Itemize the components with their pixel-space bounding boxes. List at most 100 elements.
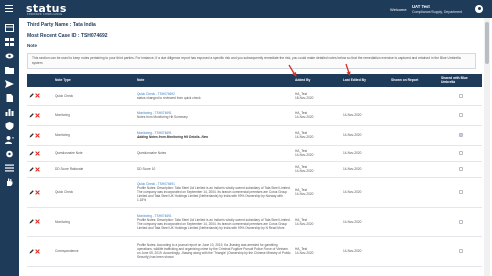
edit-pencil-icon[interactable] [29, 132, 34, 138]
column-header-shared-with-blue-umbrella[interactable]: Shared with Blue Umbrella [439, 74, 482, 87]
shared-checkbox[interactable] [458, 167, 463, 171]
settings-icon[interactable] [5, 150, 14, 158]
row-actions [27, 105, 53, 126]
folder-icon[interactable] [5, 66, 14, 74]
edit-pencil-icon[interactable] [29, 189, 34, 195]
table-row: Correspondence Profile Notes: According t… [27, 236, 482, 267]
column-header-added-by[interactable]: Added By [293, 74, 341, 87]
delete-x-icon[interactable] [35, 112, 40, 118]
edited-on-date: 14-Nov-2020 [343, 113, 362, 117]
column-header-actions [27, 74, 53, 87]
added-by-cell: HA_Test 14-Nov-2020 [293, 207, 341, 237]
added-on-date: 14-Nov-2020 [295, 251, 314, 255]
edited-on-date: 14-Nov-2020 [343, 133, 362, 137]
edit-pencil-icon[interactable] [29, 248, 34, 254]
shared-checkbox[interactable] [458, 219, 463, 224]
shared-cell [439, 177, 482, 208]
delete-x-icon[interactable] [35, 166, 40, 172]
shown-on-report-cell [389, 236, 439, 267]
notes-table: Note Type Note Added By Last Edited By S… [27, 74, 482, 267]
added-on-date: 14-Nov-2020 [295, 221, 314, 226]
table-row: Questionnaire Note Questionnaire Notes HA_… [27, 145, 482, 162]
delete-x-icon[interactable] [35, 93, 40, 99]
last-edited-cell: 14-Nov-2020 [341, 236, 389, 267]
user-avatar-icon[interactable] [475, 5, 483, 13]
note-type-cell: Monitoring [53, 207, 135, 237]
shared-checkbox[interactable] [458, 249, 463, 253]
shown-on-report-cell [389, 177, 439, 208]
shared-checkbox[interactable] [458, 113, 463, 117]
delete-x-icon[interactable] [35, 189, 40, 195]
main-content: Third Party Name : Tata India Most Recen… [19, 18, 482, 276]
note-type-cell: Quick Check [53, 87, 135, 106]
shown-on-report-cell [389, 105, 439, 126]
hand-icon[interactable] [5, 178, 14, 186]
shown-on-report-cell [389, 207, 439, 237]
column-header-note-type[interactable]: Note Type [53, 74, 135, 87]
added-by-cell: HA_Test 14-Nov-2020 [293, 177, 341, 208]
note-text: Profile Notes: Description: Tata Steel L… [137, 217, 291, 230]
last-edited-cell: 14-Nov-2020 [341, 105, 389, 126]
note-cell: Monitoring - TSH074691 Profile Notes: Des… [135, 207, 293, 237]
note-type-cell: Monitoring [53, 125, 135, 146]
bar-chart-icon[interactable] [5, 108, 14, 116]
welcome-label: Welcome [390, 7, 407, 12]
delete-x-icon[interactable] [35, 248, 40, 254]
edit-pencil-icon[interactable] [29, 166, 34, 172]
note-text: DD Score 10 [137, 167, 156, 171]
shared-cell [439, 105, 482, 126]
grid-icon[interactable] [5, 38, 14, 46]
shield-icon[interactable] [5, 122, 14, 130]
shown-on-report-cell [389, 87, 439, 106]
note-text: Profile Notes: Description: Tata Steel L… [137, 186, 291, 202]
note-cell: Questionnaire Notes [135, 145, 293, 162]
added-on-date: 14-Nov-2020 [295, 115, 314, 119]
edit-pencil-icon[interactable] [29, 112, 34, 118]
sidebar [0, 18, 19, 276]
shared-checkbox[interactable] [458, 151, 463, 155]
row-actions [27, 125, 53, 146]
row-actions [27, 161, 53, 178]
edit-pencil-icon[interactable] [29, 93, 34, 98]
added-on-date: 14-Nov-2020 [295, 169, 314, 173]
document-icon[interactable] [5, 94, 14, 102]
note-cell: DD Score 10 [135, 161, 293, 178]
edit-pencil-icon[interactable] [29, 219, 34, 224]
delete-x-icon[interactable] [35, 219, 40, 224]
column-header-note[interactable]: Note [135, 74, 293, 87]
shared-cell [439, 207, 482, 237]
table-row: Monitoring Monitoring - TSH074691 Profile … [27, 207, 482, 237]
send-icon[interactable] [5, 80, 14, 88]
added-by-cell: HA_Test 18-Nov-2020 [293, 87, 341, 106]
shared-cell [439, 145, 482, 162]
shared-cell [439, 161, 482, 178]
eye-icon[interactable] [5, 52, 14, 60]
last-edited-cell: 14-Nov-2020 [341, 125, 389, 146]
case-id-heading: Most Recent Case ID : TSH074692 [27, 33, 108, 39]
user-add-icon[interactable] [5, 136, 14, 144]
shared-cell [439, 236, 482, 267]
column-header-shown-on-report[interactable]: Shown on Report [389, 74, 439, 87]
user-role: Compliance/Supply, Department [412, 10, 463, 14]
last-edited-cell: 14-Nov-2020 [341, 161, 389, 178]
dashboard-icon[interactable] [5, 24, 14, 32]
shared-checkbox[interactable] [458, 190, 463, 194]
row-actions [27, 145, 53, 162]
note-cell: Monitoring - TSH074691 Notes from Monitor… [135, 105, 293, 126]
list-icon[interactable] [5, 164, 14, 172]
shared-cell [439, 125, 482, 146]
delete-x-icon[interactable] [35, 150, 40, 156]
edited-on-date: 14-Nov-2020 [343, 190, 362, 194]
added-by-cell: HA_Test 14-Nov-2020 [293, 105, 341, 126]
note-cell: Quick Check - TSH074691 Profile Notes: De… [135, 177, 293, 208]
scrollbar-thumb[interactable] [485, 22, 489, 64]
note-text: Profile Notes: According to a journal re… [137, 243, 291, 259]
hamburger-menu-icon[interactable] [5, 5, 13, 12]
annotation-arrow-added-by [288, 64, 297, 77]
shown-on-report-cell [389, 125, 439, 146]
last-edited-cell: 14-Nov-2020 [341, 145, 389, 162]
delete-x-icon[interactable] [35, 132, 40, 138]
shared-checkbox[interactable] [458, 133, 463, 137]
edit-pencil-icon[interactable] [29, 150, 34, 156]
shared-checkbox[interactable] [458, 93, 463, 98]
